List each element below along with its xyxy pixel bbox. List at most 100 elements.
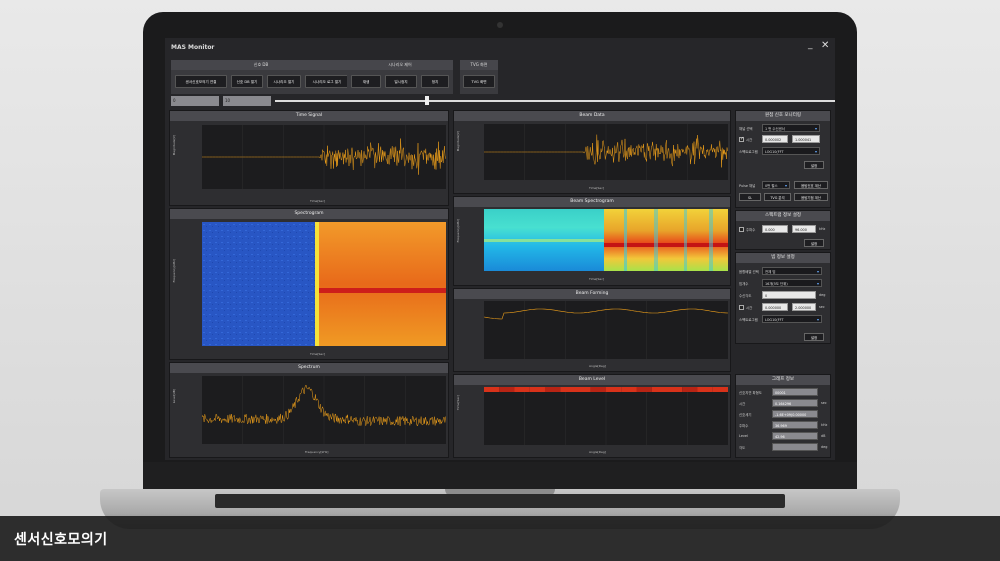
spectrum-panel: Spectrum Level[dB] Frequency[kHz]: [169, 362, 449, 458]
x-axis-label: Angle[Deg]: [589, 450, 606, 454]
sonar-signal-calc-button[interactable]: 음탐신호 계산: [794, 181, 828, 189]
beam-forming-plot[interactable]: [484, 301, 728, 359]
open-scenario-log-button[interactable]: 시나리오 로그 열기: [305, 75, 349, 88]
beam-settings-panel: 빔 정보 설정 음향배열 선택 전체 빔 빔개수 16개(5도 단위) 수신각도…: [735, 252, 831, 344]
info-value: 42.96: [772, 432, 818, 440]
angle-input[interactable]: 0: [762, 291, 816, 299]
apply-button[interactable]: 설정: [804, 161, 824, 169]
beam-count-label: 빔개수: [739, 282, 749, 286]
pulse-select[interactable]: 0번 펄스: [762, 181, 790, 189]
time-slider-handle[interactable]: [425, 96, 429, 105]
beam-time-label: 시간: [746, 306, 753, 310]
group-label: 신호 DB: [171, 60, 351, 70]
panel-title: Beam Data: [454, 111, 730, 121]
tvg-screen-button[interactable]: TVG 화면: [463, 75, 495, 88]
caption-bar: [0, 516, 1000, 561]
pulse-label: Pulse 채널: [739, 184, 756, 188]
open-signal-db-button[interactable]: 신호 DB 열기: [231, 75, 263, 88]
minimize-icon[interactable]: _: [808, 40, 813, 50]
sonar-point-calc-button[interactable]: 음탐기점 계산: [794, 193, 828, 201]
panel-title: Beam Level: [454, 375, 730, 385]
freq-to-input[interactable]: 96.000: [792, 225, 816, 233]
beam-level-cell: [514, 387, 530, 392]
beam-time-from-input[interactable]: 0.000000: [762, 303, 788, 311]
range-start-field[interactable]: 0: [171, 96, 219, 106]
pause-button[interactable]: 일시정지: [385, 75, 417, 88]
time-from-input[interactable]: 0.000002: [762, 135, 788, 143]
beam-time-unit: sec: [819, 305, 825, 309]
beam-level-cell: [545, 387, 561, 392]
angle-label: 수신각도: [739, 294, 752, 298]
info-label: 신호지연 파형도: [739, 391, 762, 395]
stop-button[interactable]: 정지: [421, 75, 449, 88]
panel-title: 원점 신호 모니터링: [736, 111, 830, 121]
time-signal-plot[interactable]: [202, 125, 446, 189]
y-axis-label: Level[dB]: [172, 389, 176, 404]
sl-button[interactable]: SL: [739, 193, 761, 201]
beam-scale-select[interactable]: LOG10(FFT: [762, 315, 822, 323]
range-end-field[interactable]: 10: [223, 96, 271, 106]
beam-time-to-input[interactable]: 2.000000: [792, 303, 816, 311]
info-value: 36.969: [772, 421, 818, 429]
freq-from-input[interactable]: 0.000: [762, 225, 788, 233]
y-axis-label: Time[Sec]: [456, 395, 460, 411]
beam-level-cell: [590, 387, 606, 392]
y-axis-label: Frequency[kHz]: [456, 219, 460, 243]
x-axis-label: Frequency[kHz]: [305, 450, 329, 454]
beam-level-cell: [636, 387, 652, 392]
window-title: MAS Monitor: [171, 44, 215, 51]
x-axis-label: Time[Sec]: [589, 277, 605, 281]
scale-label: 스펙트로그램: [739, 150, 758, 154]
beam-level-cell: [606, 387, 622, 392]
spectrogram-plot[interactable]: [202, 222, 446, 346]
beam-spectrogram-plot[interactable]: [484, 209, 728, 271]
app-window: MAS Monitor _ ✕ 신호 DB 센서신호모의기 연결 신호 DB 열…: [165, 38, 835, 460]
panel-title: 그래프 정보: [736, 375, 830, 385]
connect-simulator-button[interactable]: 센서신호모의기 연결: [175, 75, 227, 88]
info-unit: sec: [821, 401, 827, 405]
beam-count-select[interactable]: 16개(5도 단위): [762, 279, 822, 287]
beam-level-cell: [529, 387, 545, 392]
info-label: 시간: [739, 402, 746, 406]
spectrum-plot[interactable]: [202, 376, 446, 444]
beam-data-plot[interactable]: [484, 124, 728, 180]
panel-title: Beam Forming: [454, 289, 730, 299]
apply-button[interactable]: 설정: [804, 239, 824, 247]
tvg-analysis-button[interactable]: TVG 분석: [764, 193, 791, 201]
beam-time-checkbox[interactable]: [739, 305, 744, 310]
group-label: TVG 화면: [460, 60, 498, 70]
toolbar-group-tvg: TVG 화면 TVG 화면: [460, 60, 498, 94]
toolbar-group-signal-db: 신호 DB 센서신호모의기 연결 신호 DB 열기 시나리오 열기 시나리오 로…: [171, 60, 351, 94]
beam-level-plot[interactable]: [484, 387, 728, 445]
frequency-checkbox[interactable]: [739, 227, 744, 232]
panel-title: 빔 정보 설정: [736, 253, 830, 263]
array-select[interactable]: 전체 빔: [762, 267, 822, 275]
info-unit: dB: [821, 434, 826, 438]
panel-title: Time Signal: [170, 111, 448, 121]
time-slider-track[interactable]: [275, 100, 835, 102]
play-button[interactable]: 재생: [351, 75, 381, 88]
panel-title: Spectrum: [170, 363, 448, 373]
info-label: 주파수: [739, 424, 749, 428]
y-axis-label: Magnitude[V]: [172, 135, 176, 156]
apply-button[interactable]: 설정: [804, 333, 824, 341]
info-value: -1.6E+09(0.00000: [772, 410, 818, 418]
beam-spectrogram-panel: Beam Spectrogram Frequency[kHz] Time[Sec…: [453, 196, 731, 286]
time-signal-panel: Time Signal Magnitude[V] Time[Sec]: [169, 110, 449, 206]
close-icon[interactable]: ✕: [821, 40, 829, 51]
spectrum-settings-panel: 스펙트럼 정보 설정 주파수 0.000 96.000 kHz 설정: [735, 210, 831, 250]
webcam: [497, 22, 503, 28]
scale-select[interactable]: LOG10(FFT: [762, 147, 820, 155]
beam-scale-label: 스펙트로그램: [739, 318, 758, 322]
channel-select[interactable]: 1 번 수신센서: [762, 124, 820, 132]
beam-level-cell: [499, 387, 515, 392]
info-value: 00001: [772, 388, 818, 396]
channel-label: 채널 선택: [739, 127, 753, 131]
time-to-input[interactable]: 1.000041: [792, 135, 820, 143]
panel-title: Spectrogram: [170, 209, 448, 219]
time-checkbox[interactable]: [739, 136, 744, 142]
beam-level-cell: [651, 387, 667, 392]
y-axis-label: Frequency[kHz]: [172, 259, 176, 283]
open-scenario-button[interactable]: 시나리오 열기: [267, 75, 301, 88]
signal-trace: [484, 134, 728, 168]
